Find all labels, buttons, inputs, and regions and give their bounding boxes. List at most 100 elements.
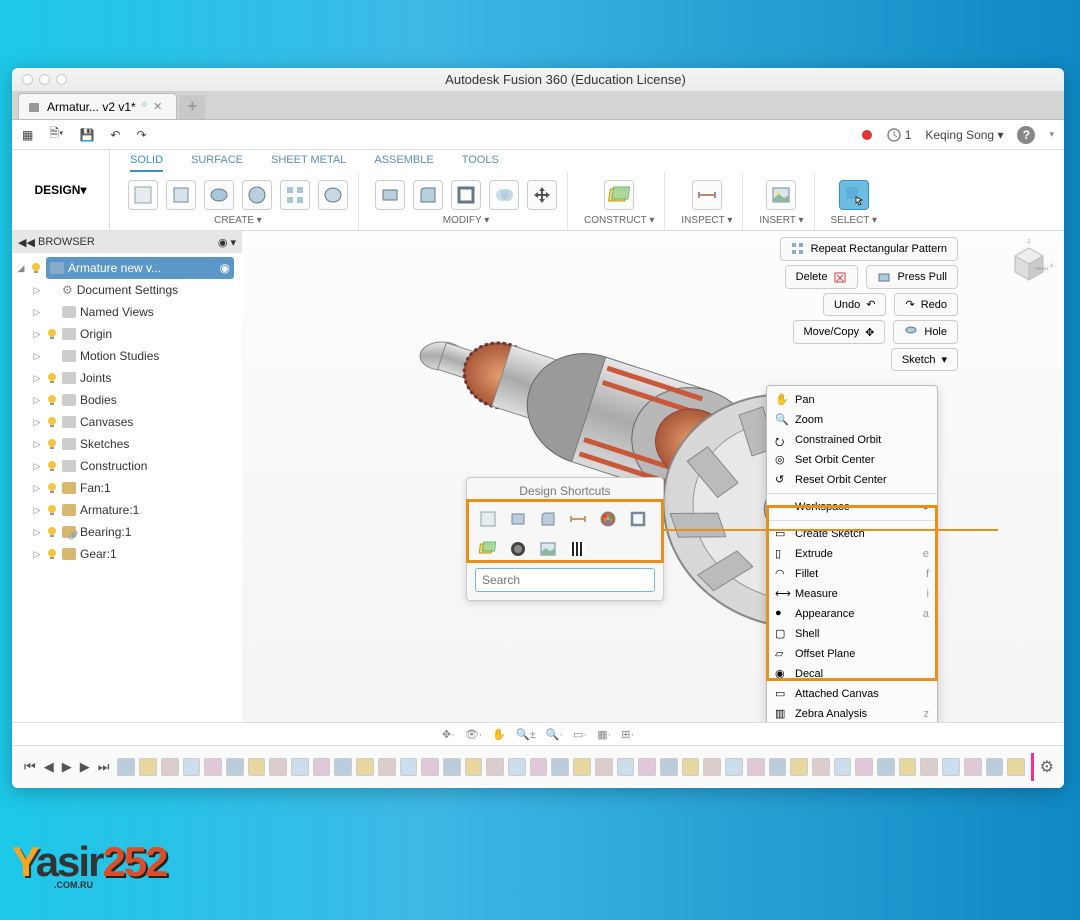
bulb-icon[interactable] xyxy=(46,438,58,450)
timeline-feature-27[interactable] xyxy=(703,758,721,776)
timeline-feature-18[interactable] xyxy=(508,758,526,776)
cm-reset-orbit-center[interactable]: ↺Reset Orbit Center xyxy=(767,470,937,490)
timeline-feature-32[interactable] xyxy=(812,758,830,776)
sketch-dropdown-button[interactable]: Sketch ▾ xyxy=(891,348,958,371)
hole-button[interactable]: Hole xyxy=(893,320,958,344)
timeline-play[interactable]: ▶ xyxy=(60,757,74,777)
measure-icon[interactable] xyxy=(692,180,722,210)
tree-item-construction[interactable]: ▷Construction xyxy=(12,455,242,477)
timeline-feature-11[interactable] xyxy=(356,758,374,776)
create-sketch-icon[interactable] xyxy=(128,180,158,210)
tree-item-sketches[interactable]: ▷Sketches xyxy=(12,433,242,455)
bulb-icon[interactable] xyxy=(46,504,58,516)
bulb-icon[interactable] xyxy=(46,548,58,560)
traffic-lights[interactable] xyxy=(12,74,67,85)
timeline-feature-12[interactable] xyxy=(378,758,396,776)
bulb-icon[interactable] xyxy=(30,262,42,274)
derive-icon[interactable] xyxy=(318,180,348,210)
viewport-menu[interactable]: ⊞· xyxy=(621,728,634,741)
timeline-fwd[interactable]: ▶ xyxy=(78,757,92,777)
shell-icon[interactable] xyxy=(451,180,481,210)
look-icon[interactable]: 👁· xyxy=(465,728,483,741)
timeline-feature-14[interactable] xyxy=(421,758,439,776)
move-icon[interactable] xyxy=(527,180,557,210)
redo-icon[interactable]: ↷ xyxy=(136,128,146,142)
bulb-icon[interactable] xyxy=(46,328,58,340)
timeline-feature-6[interactable] xyxy=(248,758,266,776)
timeline-feature-37[interactable] xyxy=(920,758,938,776)
cm-workspace[interactable]: Workspace xyxy=(767,497,937,517)
revolve-icon[interactable] xyxy=(242,180,272,210)
timeline-feature-31[interactable] xyxy=(790,758,808,776)
timeline-feature-5[interactable] xyxy=(226,758,244,776)
pattern-icon[interactable] xyxy=(280,180,310,210)
bulb-icon[interactable] xyxy=(46,416,58,428)
extrude-icon[interactable] xyxy=(204,180,234,210)
timeline-feature-1[interactable] xyxy=(139,758,157,776)
fit-icon[interactable]: 🔍· xyxy=(546,728,563,741)
cm-decal[interactable]: ◉Decal xyxy=(767,664,937,684)
timeline-feature-8[interactable] xyxy=(291,758,309,776)
tab-solid[interactable]: SOLID xyxy=(130,154,163,172)
timeline-feature-40[interactable] xyxy=(986,758,1004,776)
timeline-feature-21[interactable] xyxy=(573,758,591,776)
cm-offset-plane[interactable]: ▱Offset Plane xyxy=(767,644,937,664)
user-menu[interactable]: Keqing Song ▾ xyxy=(925,128,1003,142)
timeline-feature-3[interactable] xyxy=(183,758,201,776)
cm-zebra-analysis[interactable]: ▥Zebra Analysisz xyxy=(767,704,937,722)
timeline-feature-36[interactable] xyxy=(899,758,917,776)
timeline-feature-29[interactable] xyxy=(747,758,765,776)
decal-icon[interactable] xyxy=(509,540,527,558)
timeline-feature-38[interactable] xyxy=(942,758,960,776)
timeline-feature-9[interactable] xyxy=(313,758,331,776)
tab-tools[interactable]: TOOLS xyxy=(462,154,499,172)
insert-icon[interactable] xyxy=(766,180,796,210)
undo-icon[interactable]: ↶ xyxy=(110,128,120,142)
data-panel-icon[interactable]: ▦ xyxy=(22,128,33,142)
timeline-settings-icon[interactable]: ⚙ xyxy=(1040,757,1054,777)
cm-fillet[interactable]: ◠Filletf xyxy=(767,564,937,584)
timeline-feature-15[interactable] xyxy=(443,758,461,776)
select-icon[interactable] xyxy=(839,180,869,210)
press-pull-icon[interactable] xyxy=(375,180,405,210)
grid-menu[interactable]: ▦· xyxy=(597,728,611,741)
cm-attached-canvas[interactable]: ▭Attached Canvas xyxy=(767,684,937,704)
tree-item-named-views[interactable]: ▷Named Views xyxy=(12,301,242,323)
cm-shell[interactable]: ▢Shell xyxy=(767,624,937,644)
appearance-icon[interactable] xyxy=(599,510,617,528)
close-window-icon[interactable] xyxy=(22,74,33,85)
minimize-window-icon[interactable] xyxy=(39,74,50,85)
combine-icon[interactable] xyxy=(489,180,519,210)
timeline-feature-39[interactable] xyxy=(964,758,982,776)
record-icon[interactable] xyxy=(862,130,872,140)
tree-item-armature-1[interactable]: ▷Armature:1 xyxy=(12,499,242,521)
timeline-feature-33[interactable] xyxy=(834,758,852,776)
timeline-feature-41[interactable] xyxy=(1007,758,1024,776)
tree-item-origin[interactable]: ▷Origin xyxy=(12,323,242,345)
tree-item-bearing-1[interactable]: ▷🔗Bearing:1 xyxy=(12,521,242,543)
extensions-badge[interactable]: 1 xyxy=(886,127,912,143)
press-pull-button[interactable]: Press Pull xyxy=(866,265,958,289)
new-tab-button[interactable]: + xyxy=(179,95,205,119)
help-icon[interactable]: ? xyxy=(1017,126,1035,144)
timeline-feature-17[interactable] xyxy=(486,758,504,776)
pan-nav-icon[interactable]: ✋ xyxy=(492,728,506,741)
viewcube[interactable]: FRONT z x xyxy=(1004,237,1054,287)
canvas-icon[interactable] xyxy=(539,540,557,558)
timeline-feature-34[interactable] xyxy=(855,758,873,776)
tab-surface[interactable]: SURFACE xyxy=(191,154,243,172)
delete-button[interactable]: Delete xyxy=(785,265,859,289)
bulb-icon[interactable] xyxy=(46,526,58,538)
tree-item-fan-1[interactable]: ▷Fan:1 xyxy=(12,477,242,499)
timeline-feature-0[interactable] xyxy=(117,758,135,776)
tree-item-gear-1[interactable]: ▷Gear:1 xyxy=(12,543,242,565)
zoom-window-icon[interactable] xyxy=(56,74,67,85)
bulb-icon[interactable] xyxy=(46,460,58,472)
offset-plane-icon[interactable] xyxy=(479,540,497,558)
timeline-feature-19[interactable] xyxy=(530,758,548,776)
timeline-feature-28[interactable] xyxy=(725,758,743,776)
tree-item-document-settings[interactable]: ▷⚙Document Settings xyxy=(12,279,242,301)
orbit-icon[interactable]: ✥· xyxy=(442,728,455,741)
browser-header[interactable]: ◀◀ BROWSER◉ ▾ xyxy=(12,231,242,253)
extrude-icon[interactable] xyxy=(509,510,527,528)
